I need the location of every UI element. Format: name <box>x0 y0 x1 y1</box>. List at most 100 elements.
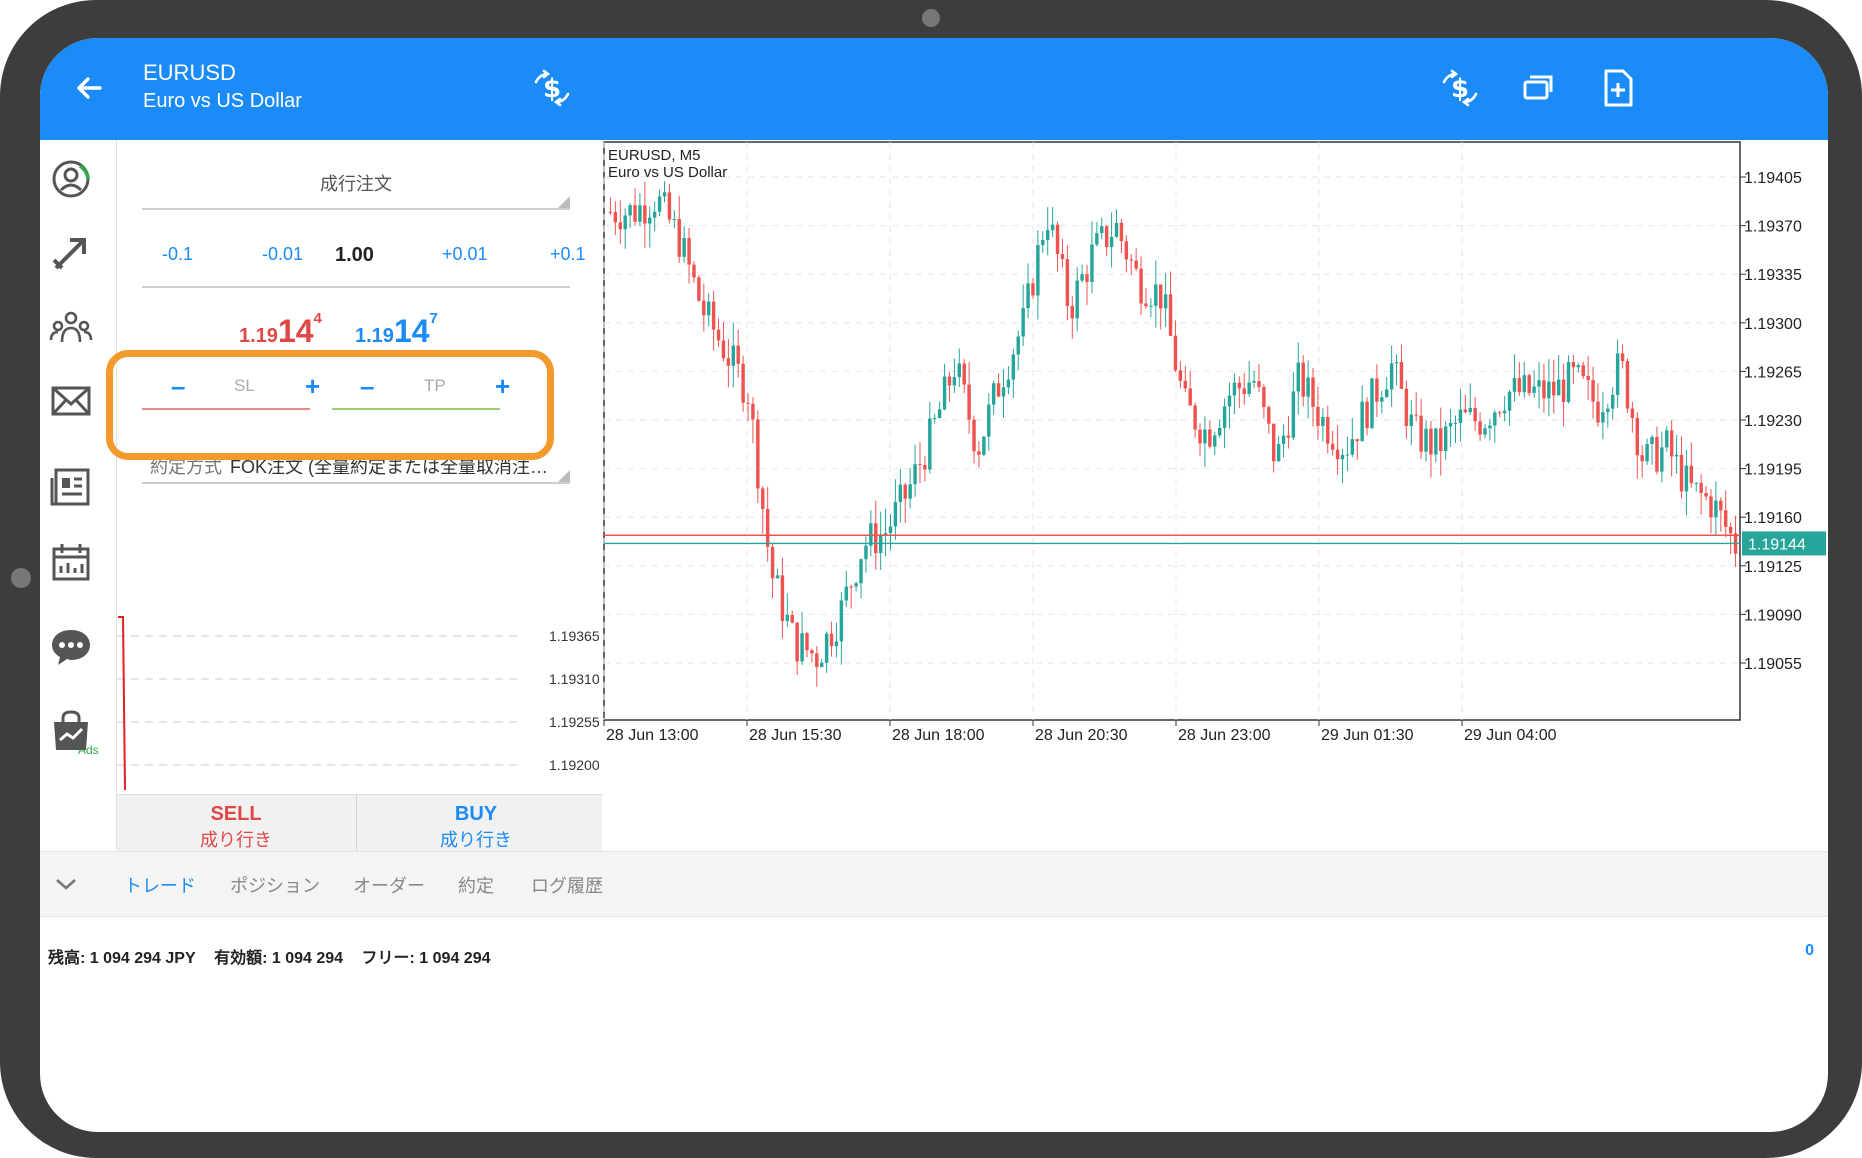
community-icon[interactable] <box>48 304 94 350</box>
candle-body <box>1606 408 1610 413</box>
candle-body <box>1262 387 1266 408</box>
candle-body <box>962 363 966 385</box>
sl-tp-highlight-frame <box>106 350 554 460</box>
candle-body <box>1689 465 1694 484</box>
dollar-exchange-icon[interactable]: $ <box>1438 66 1482 110</box>
candle-body <box>1213 435 1217 447</box>
candle-body <box>687 238 691 265</box>
mail-icon[interactable] <box>48 378 94 424</box>
candle-body <box>1556 379 1561 396</box>
quotes-icon[interactable] <box>48 156 94 202</box>
tab-orders[interactable]: オーダー <box>353 872 425 898</box>
candle-body <box>1296 362 1301 392</box>
fill-policy-dropdown-icon[interactable] <box>558 470 570 482</box>
tab-positions[interactable]: ポジション <box>230 872 320 898</box>
candle-body <box>1016 336 1020 355</box>
trade-icon[interactable] <box>48 230 94 276</box>
y-tick-label: 1.19090 <box>1744 607 1802 624</box>
candle-body <box>1252 381 1256 383</box>
candle-body <box>923 465 927 470</box>
tab-log-history[interactable]: ログ履歴 <box>531 872 603 898</box>
volume-value[interactable]: 1.00 <box>335 244 374 267</box>
candle-body <box>1036 245 1040 296</box>
window-copy-icon[interactable] <box>1516 66 1560 110</box>
x-tick-label: 29 Jun 04:00 <box>1464 727 1557 744</box>
candle-body <box>692 264 696 278</box>
candle-body <box>834 641 839 647</box>
candle-body <box>1021 308 1025 337</box>
tab-trade[interactable]: トレード <box>124 872 196 898</box>
candle-body <box>1271 423 1276 462</box>
y-tick-label: 1.19265 <box>1744 364 1802 381</box>
candle-body <box>1370 378 1374 429</box>
candle-body <box>736 345 740 364</box>
order-type-dropdown-icon[interactable] <box>558 196 570 208</box>
candle-body <box>967 384 971 420</box>
tablet-device: EURUSD Euro vs US Dollar $ $ Ads 成行注文 -0… <box>0 0 1862 1158</box>
one-click-trading-icon[interactable]: $ <box>530 66 574 110</box>
tab-deals[interactable]: 約定 <box>458 872 494 898</box>
volume-plus-0.1-button[interactable]: +0.1 <box>550 244 586 265</box>
candle-body <box>1640 455 1644 462</box>
chart-x-axis: 28 Jun 13:00 28 Jun 15:30 28 Jun 18:00 28 J… <box>603 720 1557 744</box>
price-chart[interactable]: 1.19405 1.19370 1.19335 1.19300 1.19265 1.192… <box>602 140 1828 854</box>
document-plus-icon[interactable] <box>1596 66 1640 110</box>
candle-body <box>874 523 878 554</box>
candle-body <box>1414 414 1418 416</box>
candle-body <box>652 211 657 218</box>
chat-icon[interactable] <box>48 624 94 670</box>
volume-minus-0.1-button[interactable]: -0.1 <box>162 244 193 265</box>
y-tick-label: 1.19160 <box>1744 510 1802 527</box>
candle-body <box>1085 274 1089 282</box>
x-tick-label: 28 Jun 20:30 <box>1035 727 1128 744</box>
chevron-down-icon[interactable] <box>54 876 78 892</box>
market-bag-icon[interactable] <box>48 708 94 754</box>
chart-frame <box>603 141 1741 721</box>
candle-body <box>628 205 632 216</box>
candle-body <box>1355 439 1359 442</box>
candle-body <box>1291 391 1296 438</box>
candle-body <box>1154 284 1158 306</box>
volume-minus-0.01-button[interactable]: -0.01 <box>262 244 303 265</box>
candle-body <box>864 545 868 560</box>
news-icon[interactable] <box>48 464 94 510</box>
candle-body <box>1276 443 1281 462</box>
camera-dot <box>922 9 940 27</box>
candle-body <box>819 662 824 668</box>
candlestick-chart[interactable]: 1.19405 1.19370 1.19335 1.19300 1.19265 1.192… <box>602 140 1828 854</box>
candle-body <box>1434 428 1438 455</box>
candle-body <box>1060 253 1065 260</box>
candle-body <box>1365 401 1369 429</box>
mini-level-label: 1.19200 <box>549 757 600 773</box>
candle-body <box>1571 362 1576 368</box>
candle-body <box>947 376 952 386</box>
candle-body <box>1350 439 1355 455</box>
candle-body <box>1104 226 1109 248</box>
candle-body <box>1655 436 1659 472</box>
candle-body <box>623 215 627 230</box>
candle-body <box>913 464 917 485</box>
order-type-select[interactable]: 成行注文 <box>142 170 570 196</box>
x-tick-label: 28 Jun 13:00 <box>606 727 699 744</box>
candle-body <box>1478 421 1482 435</box>
candle-body <box>1483 428 1487 435</box>
candle-body <box>1532 386 1536 393</box>
x-tick-label: 28 Jun 15:30 <box>749 727 842 744</box>
calendar-icon[interactable] <box>48 540 94 586</box>
candle-body <box>1615 353 1620 395</box>
candle-body <box>1006 379 1011 388</box>
candle-body <box>1380 397 1384 402</box>
candle-body <box>893 502 898 527</box>
candle-body <box>982 436 986 455</box>
candle-body <box>1321 416 1325 426</box>
candle-body <box>849 586 853 588</box>
buy-by-market-button[interactable]: BUY 成り行き <box>357 795 595 855</box>
candle-body <box>1109 236 1114 248</box>
candle-body <box>1719 500 1723 511</box>
volume-plus-0.01-button[interactable]: +0.01 <box>442 244 488 265</box>
candle-body <box>1522 375 1527 393</box>
back-arrow-icon[interactable] <box>70 68 110 108</box>
candle-body <box>1095 233 1099 245</box>
candle-body <box>1709 496 1713 518</box>
sell-by-market-button[interactable]: SELL 成り行き <box>117 795 355 855</box>
